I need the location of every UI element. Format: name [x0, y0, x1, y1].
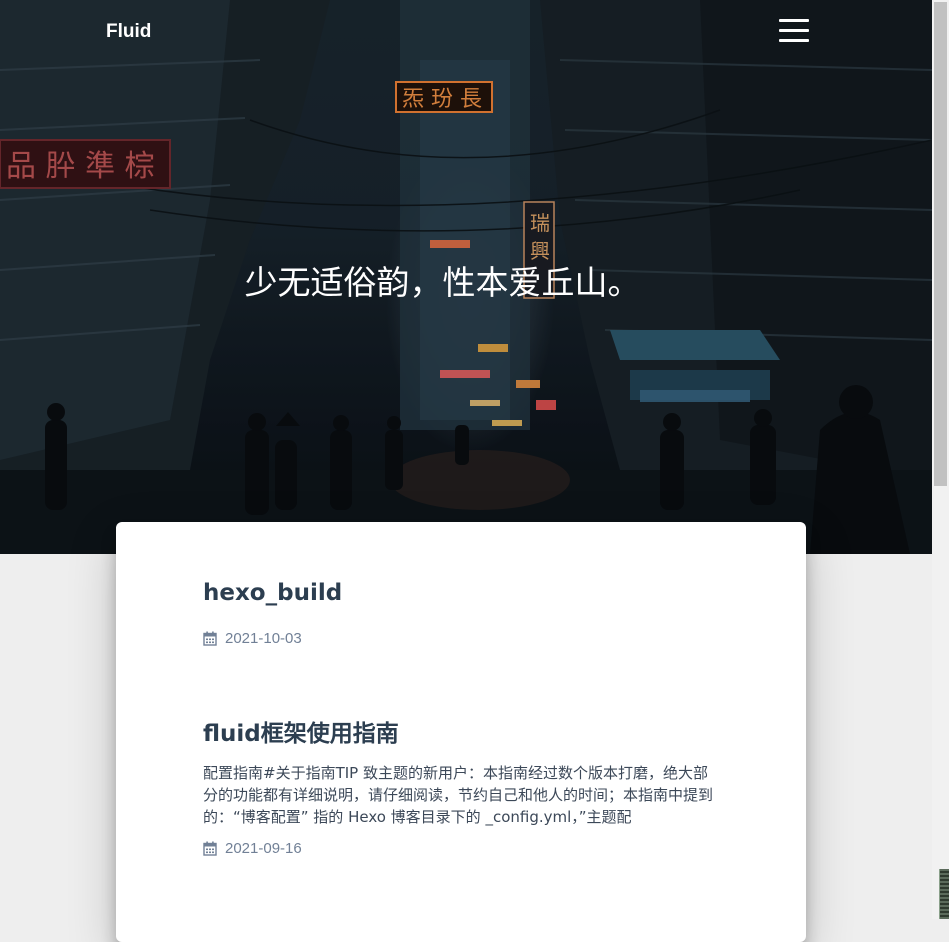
- post-list-board: hexo_build 2021-10-03 fluid框架使用指南 配置指南#关…: [116, 522, 806, 942]
- post-title-link[interactable]: hexo_build: [203, 580, 718, 606]
- post-excerpt[interactable]: 配置指南#关于指南TIP 致主题的新用户：本指南经过数个版本打磨，绝大部分的功能…: [203, 762, 718, 828]
- post-item: hexo_build 2021-10-03: [203, 580, 718, 647]
- calendar-icon: [203, 631, 217, 646]
- scrollbar-thumb[interactable]: [934, 2, 947, 486]
- hamburger-menu-icon[interactable]: [779, 18, 809, 44]
- post-date: 2021-10-03: [203, 630, 718, 647]
- post-date: 2021-09-16: [203, 840, 718, 857]
- hero-subtitle: 少无适俗韵，性本爱丘山。: [244, 263, 641, 302]
- post-item: fluid框架使用指南 配置指南#关于指南TIP 致主题的新用户：本指南经过数个…: [203, 714, 718, 857]
- resize-grip[interactable]: [939, 869, 949, 919]
- site-brand-link[interactable]: Fluid: [106, 21, 151, 43]
- menu-bar: [779, 39, 809, 42]
- calendar-icon: [203, 841, 217, 856]
- top-navbar: Fluid: [0, 0, 932, 64]
- menu-bar: [779, 29, 809, 32]
- post-date-text: 2021-09-16: [225, 840, 302, 857]
- menu-bar: [779, 19, 809, 22]
- scrollbar-track[interactable]: [932, 0, 949, 919]
- post-title-link[interactable]: fluid框架使用指南: [203, 714, 718, 748]
- post-date-text: 2021-10-03: [225, 630, 302, 647]
- hero-banner: 品 肸 準 棕 炁 玢 長 瑞 興 Fluid 少无适俗韵，性本爱丘山。: [0, 0, 932, 554]
